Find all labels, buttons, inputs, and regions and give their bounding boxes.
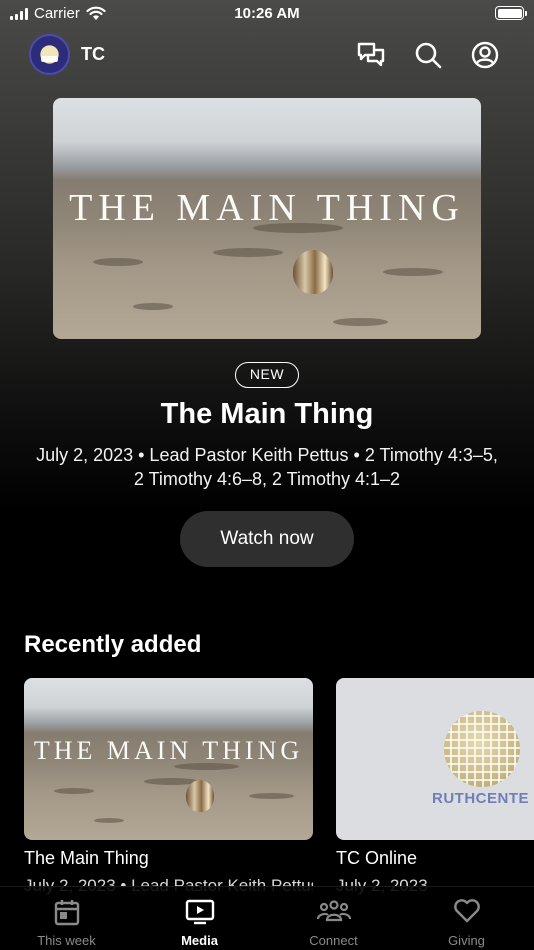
media-card-thumbnail[interactable]: RUTHCENTE: [336, 678, 534, 840]
tab-connect[interactable]: Connect: [267, 887, 400, 950]
status-time: 10:26 AM: [234, 5, 300, 22]
app-header: TC: [0, 32, 534, 78]
new-badge: NEW: [235, 362, 299, 388]
featured-meta: July 2, 2023 • Lead Pastor Keith Pettus …: [36, 445, 498, 489]
heart-icon: [453, 899, 480, 923]
media-card-title: The Main Thing: [24, 848, 149, 868]
media-card-title: TC Online: [336, 848, 418, 868]
globe-logo: [444, 711, 520, 787]
church-logo[interactable]: [29, 34, 70, 75]
recently-added-heading: Recently added: [24, 631, 202, 658]
tab-label: Connect: [309, 933, 358, 948]
battery-icon: [495, 6, 527, 20]
featured-title: The Main Thing: [160, 398, 374, 430]
people-icon: [316, 900, 351, 922]
search-icon[interactable]: [413, 40, 443, 70]
card-image-title: THE MAIN THING: [33, 736, 304, 765]
tab-this-week[interactable]: This week: [0, 887, 133, 950]
tab-label: Giving: [448, 933, 485, 948]
media-card-thumbnail[interactable]: THE MAIN THING: [24, 678, 313, 840]
app-name: TC: [81, 44, 105, 64]
watch-now-button[interactable]: Watch now: [180, 511, 354, 567]
tab-bar: This week Media Connect Giving: [0, 886, 534, 950]
media-icon: [185, 899, 214, 925]
tab-label: This week: [37, 933, 96, 948]
calendar-icon: [54, 900, 79, 926]
card-image-title: RUTHCENTE: [432, 790, 529, 807]
tab-media[interactable]: Media: [133, 887, 266, 950]
chat-icon[interactable]: [356, 40, 386, 70]
status-bar: Carrier 10:26 AM: [0, 0, 534, 30]
sermon-image-title: THE MAIN THING: [69, 187, 465, 229]
featured-sermon-image[interactable]: THE MAIN THING: [53, 98, 481, 339]
profile-icon[interactable]: [470, 40, 500, 70]
tab-label: Media: [181, 933, 218, 948]
tab-giving[interactable]: Giving: [400, 887, 533, 950]
